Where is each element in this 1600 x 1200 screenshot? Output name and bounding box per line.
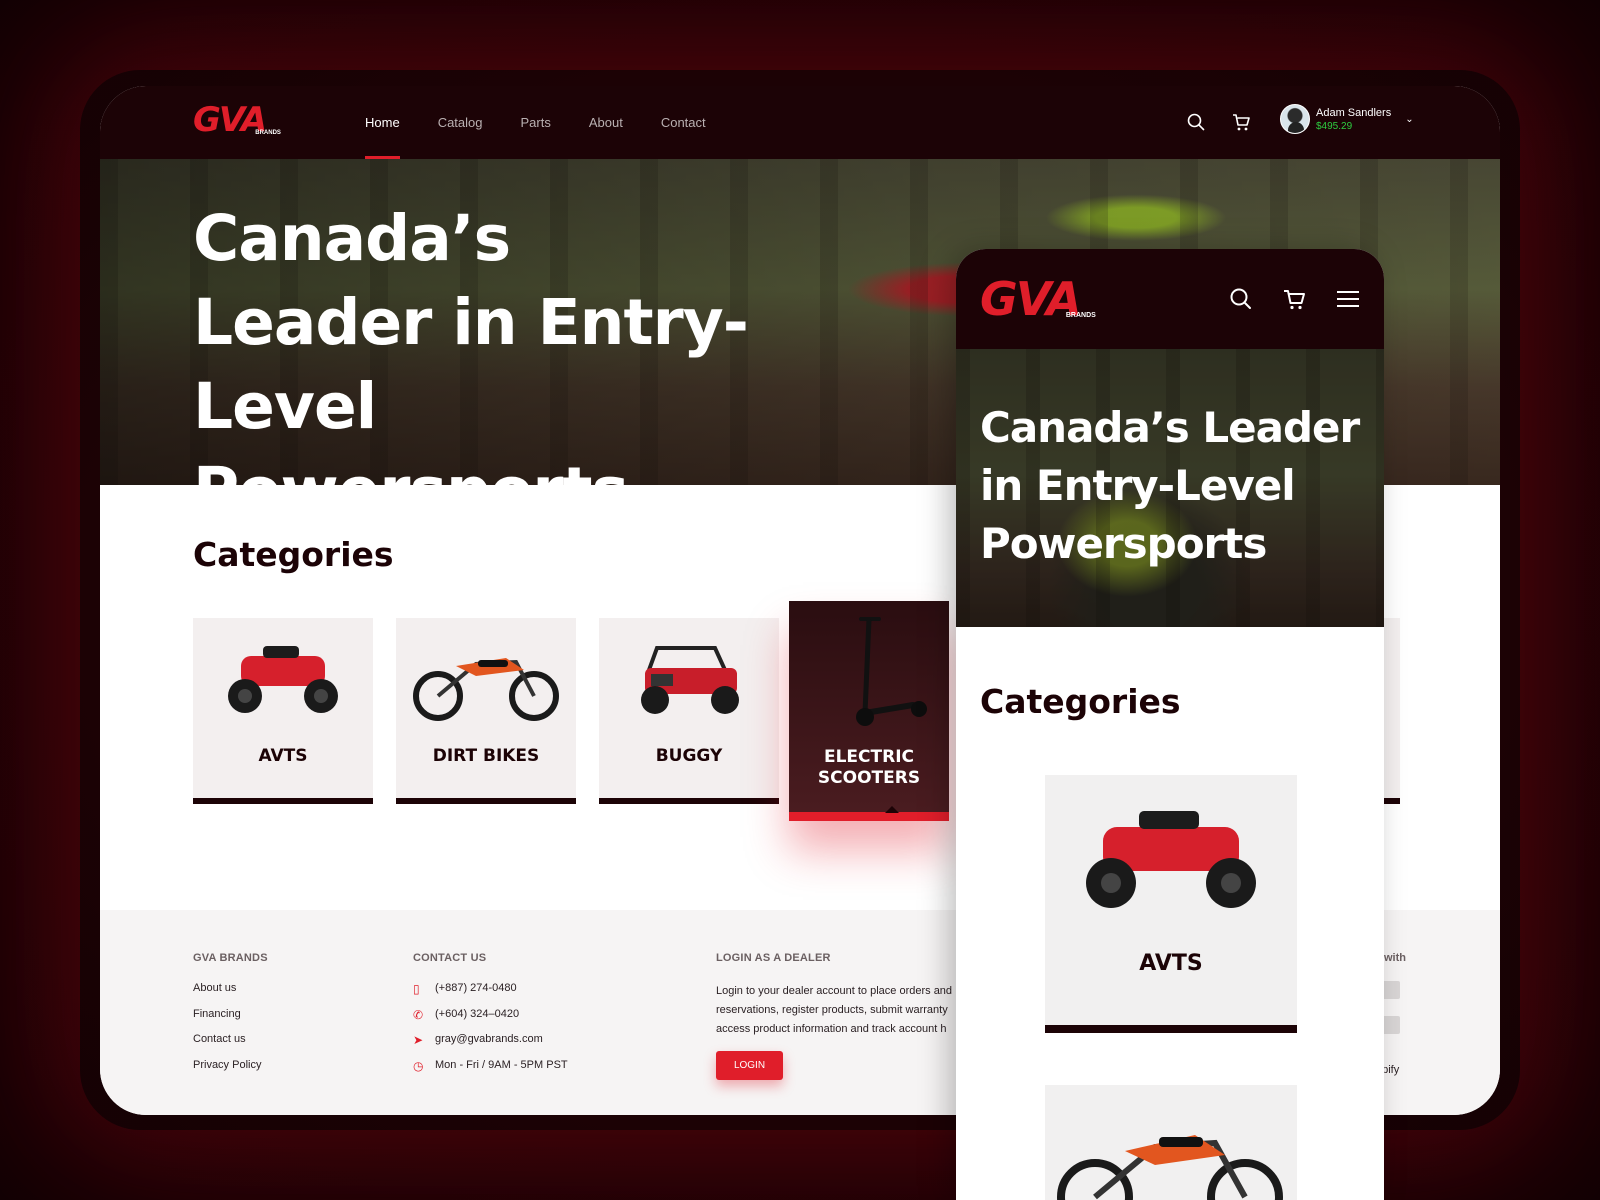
footer-link-financing[interactable]: Financing bbox=[193, 1008, 268, 1034]
dealer-description: Login to your dealer account to place or… bbox=[716, 985, 953, 1035]
atv-image bbox=[1086, 811, 1256, 908]
footer-dealer-col: LOGIN AS A DEALER Login to your dealer a… bbox=[716, 952, 966, 1080]
send-icon: ➤ bbox=[413, 1033, 424, 1047]
partial-heading: with bbox=[1384, 952, 1406, 964]
phone-icon: ✆ bbox=[413, 1007, 424, 1022]
avatar bbox=[1280, 104, 1310, 134]
selected-notch bbox=[885, 806, 899, 813]
chevron-down-icon[interactable]: ⌄ bbox=[1405, 114, 1413, 125]
user-menu[interactable]: Adam Sandlers $495.29 ⌄ bbox=[1280, 104, 1414, 134]
mobile-hero-banner: Canada’s Leader in Entry-Level Powerspor… bbox=[956, 349, 1384, 627]
mobile-category-card-dirt-bikes[interactable] bbox=[1045, 1085, 1297, 1200]
buggy-image bbox=[641, 646, 739, 714]
scooter-image bbox=[856, 617, 927, 726]
contact-email[interactable]: ➤ gray@gvabrands.com bbox=[413, 1033, 568, 1059]
nav-link-catalog[interactable]: Catalog bbox=[419, 86, 502, 159]
footer-heading: GVA BRANDS bbox=[193, 952, 268, 964]
nav-link-parts[interactable]: Parts bbox=[502, 86, 570, 159]
category-card-avts[interactable]: AVTS bbox=[193, 618, 373, 804]
nav-link-about[interactable]: About bbox=[570, 86, 642, 159]
top-nav: GVA BRANDS Home Catalog Parts About Cont… bbox=[100, 86, 1500, 159]
dirt-bike-image bbox=[1057, 1135, 1283, 1200]
mobile-category-card-avts[interactable]: AVTS bbox=[1045, 775, 1297, 1033]
contact-phone[interactable]: ✆ (+604) 324–0420 bbox=[413, 1008, 568, 1034]
category-card-dirt-bikes[interactable]: DIRT BIKES bbox=[396, 618, 576, 804]
mobile-nav: GVA BRANDS bbox=[956, 249, 1384, 349]
categories-title: Categories bbox=[193, 535, 394, 574]
footer-link-contact[interactable]: Contact us bbox=[193, 1033, 268, 1059]
category-label: ELECTRIC SCOOTERS bbox=[817, 747, 921, 788]
hero-title: Canada’s Leader in Entry-Level Powerspor… bbox=[193, 202, 749, 485]
footer-brand-col: GVA BRANDS About us Financing Contact us… bbox=[193, 952, 268, 1084]
category-label: AVTS bbox=[1139, 951, 1203, 976]
phone-mobile-icon: ▯ bbox=[413, 982, 420, 996]
user-name: Adam Sandlers bbox=[1316, 106, 1392, 119]
footer-heading: CONTACT US bbox=[413, 952, 487, 964]
category-card-electric-scooters[interactable]: ELECTRIC SCOOTERS bbox=[789, 601, 949, 821]
categories-title: Categories bbox=[980, 682, 1181, 721]
login-button[interactable]: LOGIN bbox=[716, 1051, 783, 1080]
nav-link-home[interactable]: Home bbox=[346, 86, 419, 159]
footer-link-about[interactable]: About us bbox=[193, 982, 268, 1008]
dirt-bike-image bbox=[413, 658, 559, 721]
contact-hours: ◷ Mon - Fri / 9AM - 5PM PST bbox=[413, 1058, 568, 1073]
category-label: BUGGY bbox=[655, 746, 723, 766]
category-card-buggy[interactable]: BUGGY bbox=[599, 618, 779, 804]
cart-icon[interactable] bbox=[1230, 111, 1252, 133]
nav-links: Home Catalog Parts About Contact bbox=[346, 86, 725, 159]
clock-icon: ◷ bbox=[413, 1058, 424, 1073]
cart-icon[interactable] bbox=[1281, 286, 1307, 312]
footer-link-privacy[interactable]: Privacy Policy bbox=[193, 1059, 268, 1085]
mobile-page: GVA BRANDS Canada’s Leader in Entry-Leve… bbox=[956, 249, 1384, 1200]
user-balance: $495.29 bbox=[1316, 120, 1353, 132]
contact-phone-mobile[interactable]: ▯ (+887) 274-0480 bbox=[413, 982, 568, 1008]
hero-title: Canada’s Leader in Entry-Level Powerspor… bbox=[980, 403, 1360, 568]
brand-logo[interactable]: GVA BRANDS bbox=[193, 102, 281, 138]
menu-icon[interactable] bbox=[1335, 286, 1361, 312]
search-icon[interactable] bbox=[1185, 111, 1207, 133]
footer-heading: LOGIN AS A DEALER bbox=[716, 952, 831, 964]
nav-link-contact[interactable]: Contact bbox=[642, 86, 725, 159]
atv-image bbox=[228, 646, 338, 713]
category-label: DIRT BIKES bbox=[432, 746, 540, 766]
brand-logo[interactable]: GVA BRANDS bbox=[980, 275, 1096, 323]
search-icon[interactable] bbox=[1228, 286, 1254, 312]
category-label: AVTS bbox=[258, 746, 308, 766]
footer-contact-col: CONTACT US ▯ (+887) 274-0480 ✆ (+604) 32… bbox=[413, 952, 568, 1084]
